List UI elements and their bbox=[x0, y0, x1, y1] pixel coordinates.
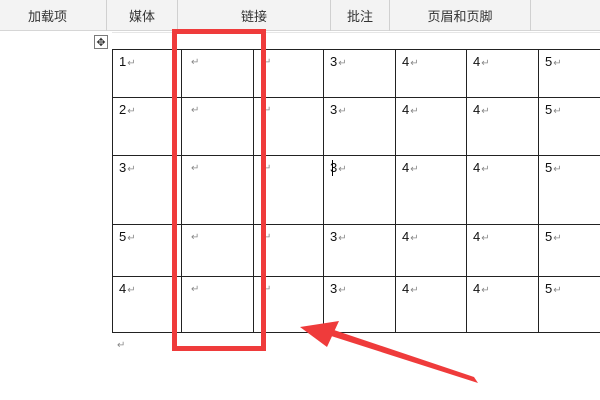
text-cursor bbox=[332, 160, 333, 176]
table-cell[interactable]: 3↵ bbox=[330, 103, 347, 119]
cell-value: 4 bbox=[473, 54, 481, 69]
table-cell[interactable]: 2↵ bbox=[119, 103, 136, 119]
table-cell[interactable]: 4↵ bbox=[473, 103, 490, 119]
cell-end-mark: ↵ bbox=[410, 106, 419, 117]
cell-value: 3 bbox=[330, 54, 338, 69]
ribbon-group-addins[interactable]: 加载项 bbox=[0, 0, 95, 31]
table-border-vertical bbox=[395, 49, 396, 332]
cell-value: 3 bbox=[330, 229, 338, 244]
table-cell[interactable]: 4↵ bbox=[402, 161, 419, 177]
table-cell[interactable]: 5↵ bbox=[119, 230, 136, 246]
cell-end-mark: ↵ bbox=[410, 58, 419, 69]
table-border-vertical bbox=[466, 49, 467, 332]
table-cell[interactable]: 4↵ bbox=[402, 230, 419, 246]
cell-end-mark: ↵ bbox=[338, 164, 347, 175]
document-page[interactable] bbox=[0, 31, 600, 400]
table-cell[interactable]: 4↵ bbox=[473, 55, 490, 71]
cell-value: 3 bbox=[330, 102, 338, 117]
ribbon-group-media[interactable]: 媒体 bbox=[107, 0, 177, 31]
table-cell[interactable]: 1↵ bbox=[119, 55, 136, 71]
paragraph-mark: ↵ bbox=[117, 340, 126, 351]
table-cell[interactable]: 5↵ bbox=[545, 230, 562, 246]
cell-end-mark: ↵ bbox=[481, 106, 490, 117]
cell-end-mark: ↵ bbox=[481, 233, 490, 244]
table-cell[interactable]: 4↵ bbox=[402, 55, 419, 71]
table-cell[interactable]: 5↵ bbox=[545, 55, 562, 71]
table-cell[interactable]: 5↵ bbox=[545, 161, 562, 177]
table-cell[interactable]: 3↵ bbox=[330, 282, 347, 298]
cell-value: 5 bbox=[545, 54, 553, 69]
cell-end-mark: ↵ bbox=[338, 106, 347, 117]
table-border-vertical bbox=[323, 49, 324, 332]
table-cell[interactable]: 4↵ bbox=[473, 282, 490, 298]
ribbon-separator bbox=[530, 0, 531, 31]
cell-end-mark: ↵ bbox=[553, 285, 562, 296]
cell-value: 5 bbox=[545, 281, 553, 296]
ribbon-group-comments[interactable]: 批注 bbox=[331, 0, 389, 31]
ribbon-group-header-footer[interactable]: 页眉和页脚 bbox=[390, 0, 530, 31]
cell-value: 4 bbox=[402, 160, 410, 175]
move-cross-icon: ✥ bbox=[96, 35, 106, 49]
table-cell[interactable]: 5↵ bbox=[545, 103, 562, 119]
cell-end-mark: ↵ bbox=[553, 58, 562, 69]
cell-value: 3 bbox=[330, 281, 338, 296]
cell-end-mark: ↵ bbox=[553, 164, 562, 175]
cell-value: 4 bbox=[402, 281, 410, 296]
cell-value: 4 bbox=[119, 281, 127, 296]
cell-value: 4 bbox=[473, 102, 481, 117]
ribbon-group-labels: 加载项 媒体 链接 批注 页眉和页脚 bbox=[0, 0, 600, 31]
cell-value: 3 bbox=[119, 160, 127, 175]
cell-end-mark: ↵ bbox=[410, 164, 419, 175]
cell-value: 4 bbox=[402, 102, 410, 117]
cell-end-mark: ↵ bbox=[127, 164, 136, 175]
cell-value: 5 bbox=[545, 102, 553, 117]
table-cell[interactable]: 3↵ bbox=[119, 161, 136, 177]
cell-end-mark: ↵ bbox=[127, 58, 136, 69]
cell-end-mark: ↵ bbox=[127, 233, 136, 244]
cell-end-mark: ↵ bbox=[127, 106, 136, 117]
table-border-vertical bbox=[112, 49, 113, 332]
table-cell[interactable]: 4↵ bbox=[473, 230, 490, 246]
cell-end-mark: ↵ bbox=[338, 58, 347, 69]
table-cell[interactable]: 4↵ bbox=[473, 161, 490, 177]
table-move-handle[interactable]: ✥ bbox=[94, 35, 108, 49]
cell-value: 5 bbox=[545, 229, 553, 244]
cell-value: 1 bbox=[119, 54, 127, 69]
cell-value: 4 bbox=[473, 281, 481, 296]
cell-end-mark: ↵ bbox=[553, 106, 562, 117]
table-border-vertical bbox=[538, 49, 539, 332]
table-cell[interactable]: 3↵ bbox=[330, 55, 347, 71]
ribbon-group-links[interactable]: 链接 bbox=[178, 0, 330, 31]
table-cell[interactable]: 4↵ bbox=[402, 282, 419, 298]
red-highlight-box bbox=[172, 29, 266, 351]
cell-end-mark: ↵ bbox=[481, 164, 490, 175]
cell-value: 4 bbox=[402, 54, 410, 69]
cell-end-mark: ↵ bbox=[410, 233, 419, 244]
cell-end-mark: ↵ bbox=[481, 285, 490, 296]
cell-end-mark: ↵ bbox=[127, 285, 136, 296]
cell-value: 5 bbox=[119, 229, 127, 244]
table-cell[interactable]: 5↵ bbox=[545, 282, 562, 298]
cell-value: 4 bbox=[473, 229, 481, 244]
table-cell[interactable]: 3↵ bbox=[330, 230, 347, 246]
cell-value: 4 bbox=[473, 160, 481, 175]
cell-end-mark: ↵ bbox=[338, 285, 347, 296]
cell-end-mark: ↵ bbox=[410, 285, 419, 296]
cell-value: 4 bbox=[402, 229, 410, 244]
cell-end-mark: ↵ bbox=[553, 233, 562, 244]
cell-end-mark: ↵ bbox=[338, 233, 347, 244]
cell-value: 2 bbox=[119, 102, 127, 117]
table-cell[interactable]: 4↵ bbox=[402, 103, 419, 119]
cell-value: 5 bbox=[545, 160, 553, 175]
table-cell[interactable]: 4↵ bbox=[119, 282, 136, 298]
cell-end-mark: ↵ bbox=[481, 58, 490, 69]
